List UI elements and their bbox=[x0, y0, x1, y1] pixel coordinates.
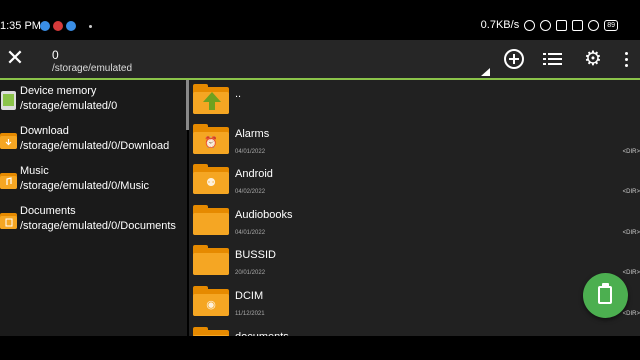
sidebar: Device memory /storage/emulated/0 Downlo… bbox=[0, 80, 187, 336]
row-date: 11/12/2021 bbox=[235, 311, 265, 317]
row-type: <DIR> bbox=[622, 189, 640, 195]
folder-icon bbox=[193, 205, 229, 235]
folder-up-icon bbox=[193, 84, 229, 114]
row-name: .. bbox=[235, 88, 242, 100]
more-vertical-icon[interactable] bbox=[618, 49, 634, 69]
clock-status-icon bbox=[540, 19, 552, 31]
sidebar-item-label: Music bbox=[20, 165, 49, 177]
more-notifications-dot bbox=[89, 24, 92, 28]
sidebar-item-path: /storage/emulated/0/Download bbox=[20, 140, 170, 152]
sidebar-item-path: /storage/emulated/0 bbox=[20, 100, 118, 112]
row-date: 04/01/2022 bbox=[235, 149, 266, 155]
sidebar-item-label: Documents bbox=[20, 205, 76, 217]
sidebar-item-device-memory[interactable]: Device memory /storage/emulated/0 bbox=[0, 80, 187, 120]
toolbar-title: 0 bbox=[52, 48, 59, 62]
camera-folder-icon: ◉ bbox=[193, 286, 229, 316]
status-bar: 1:35 PM 0.7KB/s 89 bbox=[0, 0, 640, 40]
alarm-status-icon bbox=[524, 19, 536, 31]
row-name: DCIM bbox=[235, 290, 264, 302]
row-name: Alarms bbox=[235, 128, 270, 140]
toolbar-path: /storage/emulated bbox=[52, 63, 133, 74]
gear-icon[interactable]: ⚙ bbox=[583, 49, 603, 69]
folder-icon bbox=[193, 245, 229, 275]
close-icon[interactable]: ✕ bbox=[4, 47, 26, 70]
row-type: <DIR> bbox=[622, 230, 640, 236]
parent-folder-row[interactable]: .. bbox=[189, 80, 640, 120]
download-folder-icon bbox=[0, 133, 17, 149]
document-folder-icon bbox=[0, 213, 17, 229]
notification-icons bbox=[40, 21, 92, 31]
table-row[interactable]: ⏰ Alarms 04/01/2022 <DIR> bbox=[189, 120, 640, 160]
wifi-icon bbox=[588, 19, 600, 31]
toolbar: ✕ 0 /storage/emulated ⚙ bbox=[0, 40, 640, 78]
row-type: <DIR> bbox=[622, 311, 640, 317]
sim-status-icon bbox=[556, 19, 568, 31]
row-type: <DIR> bbox=[622, 270, 640, 276]
add-circle-icon[interactable] bbox=[504, 49, 524, 69]
path-dropdown-icon[interactable] bbox=[481, 68, 490, 76]
list-view-icon[interactable] bbox=[543, 49, 563, 69]
row-name: BUSSID bbox=[235, 249, 276, 261]
telegram-icon bbox=[40, 21, 50, 31]
table-row[interactable]: ⚉ Android 04/02/2022 <DIR> bbox=[189, 160, 640, 200]
row-name: Android bbox=[235, 168, 273, 180]
status-right: 0.7KB/s 89 bbox=[481, 19, 618, 31]
youtube-icon bbox=[53, 21, 63, 31]
sidebar-item-path: /storage/emulated/0/Music bbox=[20, 180, 150, 192]
row-date: 04/01/2022 bbox=[235, 230, 266, 236]
bottom-bar bbox=[0, 336, 640, 360]
sidebar-item-documents[interactable]: Documents /storage/emulated/0/Documents bbox=[0, 200, 187, 240]
table-row[interactable]: documents bbox=[189, 323, 640, 336]
clipboard-icon bbox=[598, 286, 612, 304]
table-row[interactable]: BUSSID 20/01/2022 <DIR> bbox=[189, 241, 640, 281]
signal-icon bbox=[572, 19, 584, 31]
alarm-folder-icon: ⏰ bbox=[193, 124, 229, 154]
folder-icon bbox=[193, 327, 229, 336]
network-speed: 0.7KB/s bbox=[480, 19, 520, 31]
sidebar-item-label: Download bbox=[20, 125, 69, 137]
android-folder-icon: ⚉ bbox=[193, 164, 229, 194]
battery-indicator: 89 bbox=[604, 19, 618, 31]
row-name: Audiobooks bbox=[235, 209, 293, 221]
row-date: 04/02/2022 bbox=[235, 189, 266, 195]
file-list: .. ⏰ Alarms 04/01/2022 <DIR> ⚉ Android 0… bbox=[189, 80, 640, 336]
row-date: 20/01/2022 bbox=[235, 270, 266, 276]
sidebar-item-download[interactable]: Download /storage/emulated/0/Download bbox=[0, 120, 187, 160]
status-time: 1:35 PM bbox=[0, 20, 41, 32]
sidebar-item-path: /storage/emulated/0/Documents bbox=[20, 220, 176, 232]
paste-fab-button[interactable] bbox=[583, 273, 628, 318]
table-row[interactable]: ◉ DCIM 11/12/2021 <DIR> bbox=[189, 282, 640, 322]
music-folder-icon bbox=[0, 173, 17, 189]
table-row[interactable]: Audiobooks 04/01/2022 <DIR> bbox=[189, 201, 640, 241]
clipboard-clip bbox=[602, 283, 609, 288]
row-type: <DIR> bbox=[622, 149, 640, 155]
sidebar-item-label: Device memory bbox=[20, 85, 97, 97]
phone-icon bbox=[1, 91, 16, 110]
sidebar-item-music[interactable]: Music /storage/emulated/0/Music bbox=[0, 160, 187, 200]
app-notification-icon bbox=[66, 21, 76, 31]
